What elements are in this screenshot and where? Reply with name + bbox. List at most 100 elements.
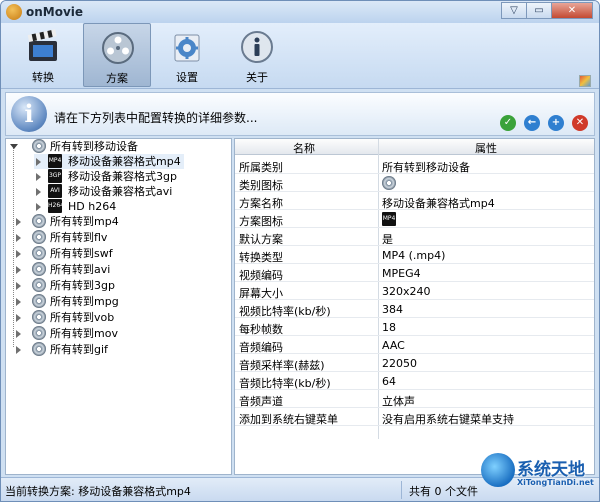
property-row[interactable]: 方案名称 移动设备兼容格式mp4 bbox=[235, 192, 594, 210]
tree-node-label: 所有转到mp4 bbox=[50, 215, 119, 228]
expand-icon[interactable] bbox=[16, 346, 21, 354]
property-value: 立体声 bbox=[382, 395, 415, 408]
toolbar-about-button[interactable]: 关于 bbox=[223, 23, 291, 87]
toolbar-settings-button[interactable]: 设置 bbox=[153, 23, 221, 87]
film-reel-icon bbox=[32, 214, 46, 228]
property-name: 每秒帧数 bbox=[239, 323, 283, 336]
tree-node-label: 所有转到mpg bbox=[50, 295, 119, 308]
window-title: onMovie bbox=[26, 5, 84, 19]
property-name: 视频编码 bbox=[239, 269, 283, 282]
property-name: 音频声道 bbox=[239, 395, 283, 408]
property-value: 18 bbox=[382, 321, 396, 334]
expand-icon[interactable] bbox=[36, 203, 41, 211]
property-row[interactable]: 类别图标 bbox=[235, 174, 594, 192]
window-controls: ▽ ▭ ✕ bbox=[501, 2, 593, 19]
tree-node-label: 所有转到vob bbox=[50, 311, 115, 324]
property-row[interactable]: 音频采样率(赫兹) 22050 bbox=[235, 354, 594, 372]
tree-node-group[interactable]: 所有转到flv bbox=[6, 230, 231, 245]
film-reel-icon bbox=[32, 230, 46, 244]
expand-icon[interactable] bbox=[16, 298, 21, 306]
expand-icon[interactable] bbox=[36, 188, 41, 196]
property-value: 移动设备兼容格式mp4 bbox=[382, 197, 495, 210]
video-file-icon: H264 bbox=[48, 199, 64, 213]
property-value: 22050 bbox=[382, 357, 417, 370]
close-button[interactable]: ✕ bbox=[551, 2, 593, 19]
film-reel-icon bbox=[32, 246, 46, 260]
tree-node-label: 所有转到gif bbox=[50, 343, 108, 356]
tree-node-label: 所有转到mov bbox=[50, 327, 118, 340]
toolbar-convert-label: 转换 bbox=[32, 71, 54, 84]
tree-node-group[interactable]: 所有转到swf bbox=[6, 246, 231, 261]
film-reel-icon bbox=[32, 139, 46, 153]
toolbar-profile-button[interactable]: 方案 bbox=[83, 23, 151, 87]
maximize-button[interactable]: ▭ bbox=[526, 2, 552, 19]
tree-node-label: 所有转到swf bbox=[50, 247, 113, 260]
property-row[interactable]: 音频声道 立体声 bbox=[235, 390, 594, 408]
tree-node-root[interactable]: 所有转到移动设备 bbox=[6, 139, 231, 154]
property-row[interactable]: 添加到系统右键菜单 没有启用系统右键菜单支持 bbox=[235, 408, 594, 426]
property-value: 没有启用系统右键菜单支持 bbox=[382, 413, 514, 426]
property-name: 屏幕大小 bbox=[239, 287, 283, 300]
current-profile-status: 当前转换方案: 移动设备兼容格式mp4 bbox=[5, 485, 191, 498]
expand-icon[interactable] bbox=[16, 218, 21, 226]
expand-icon[interactable] bbox=[16, 266, 21, 274]
confirm-button[interactable]: ✓ bbox=[500, 115, 516, 131]
delete-button[interactable]: ✕ bbox=[572, 115, 588, 131]
film-reel-icon bbox=[32, 294, 46, 308]
tree-node-label: 所有转到移动设备 bbox=[50, 140, 138, 153]
tree-node-group[interactable]: 所有转到vob bbox=[6, 310, 231, 325]
tree-node-child[interactable]: H264 HD h264 bbox=[34, 199, 184, 214]
property-row[interactable]: 音频比特率(kb/秒) 64 bbox=[235, 372, 594, 390]
toolbar-convert-button[interactable]: 转换 bbox=[9, 23, 77, 87]
property-name: 音频比特率(kb/秒) bbox=[239, 377, 331, 390]
property-row[interactable]: 音频编码 AAC bbox=[235, 336, 594, 354]
collapse-icon[interactable] bbox=[10, 144, 18, 149]
tree-node-group[interactable]: 所有转到mp4 bbox=[6, 214, 231, 229]
property-row[interactable]: 转换类型 MP4 (.mp4) bbox=[235, 246, 594, 264]
info-text: 请在下方列表中配置转换的详细参数... bbox=[54, 111, 258, 125]
tree-node-group[interactable]: 所有转到3gp bbox=[6, 278, 231, 293]
video-file-icon: MP4 bbox=[382, 212, 396, 226]
toolbar-settings-label: 设置 bbox=[176, 71, 198, 84]
film-reel-icon bbox=[32, 278, 46, 292]
tree-node-group[interactable]: 所有转到mpg bbox=[6, 294, 231, 309]
tree-node-child[interactable]: AVI 移动设备兼容格式avi bbox=[34, 184, 184, 199]
expand-icon[interactable] bbox=[36, 173, 41, 181]
tree-node-group[interactable]: 所有转到avi bbox=[6, 262, 231, 277]
tree-node-label: 所有转到avi bbox=[50, 263, 111, 276]
tree-node-group[interactable]: 所有转到mov bbox=[6, 326, 231, 341]
property-name: 方案图标 bbox=[239, 215, 283, 228]
property-row[interactable]: 所属类别 所有转到移动设备 bbox=[235, 156, 594, 174]
expand-icon[interactable] bbox=[16, 314, 21, 322]
tree-node-group[interactable]: 所有转到gif bbox=[6, 342, 231, 357]
minimize-button[interactable]: ▽ bbox=[501, 2, 527, 19]
column-header-value[interactable]: 属性 bbox=[475, 140, 497, 156]
action-buttons: ✓ ← + ✕ bbox=[492, 115, 588, 131]
property-name: 音频编码 bbox=[239, 341, 283, 354]
property-row[interactable]: 方案图标 MP4 bbox=[235, 210, 594, 228]
expand-icon[interactable] bbox=[16, 250, 21, 258]
tree-node-child[interactable]: 3GP 移动设备兼容格式3gp bbox=[34, 169, 184, 184]
tree-node-child[interactable]: MP4 移动设备兼容格式mp4 bbox=[34, 154, 184, 169]
property-row[interactable]: 屏幕大小 320x240 bbox=[235, 282, 594, 300]
add-button[interactable]: + bbox=[548, 115, 564, 131]
back-button[interactable]: ← bbox=[524, 115, 540, 131]
expand-icon[interactable] bbox=[36, 158, 41, 166]
tree-node-label: 所有转到3gp bbox=[50, 279, 115, 292]
title-bar: onMovie ▽ ▭ ✕ bbox=[1, 1, 599, 23]
property-row[interactable]: 默认方案 是 bbox=[235, 228, 594, 246]
column-header-name[interactable]: 名称 bbox=[293, 140, 315, 156]
property-row[interactable]: 视频编码 MPEG4 bbox=[235, 264, 594, 282]
film-reel-icon bbox=[32, 342, 46, 356]
property-row[interactable]: 每秒帧数 18 bbox=[235, 318, 594, 336]
skin-icon[interactable] bbox=[579, 75, 591, 87]
property-value: 384 bbox=[382, 303, 403, 316]
expand-icon[interactable] bbox=[16, 282, 21, 290]
expand-icon[interactable] bbox=[16, 330, 21, 338]
app-window: onMovie ▽ ▭ ✕ 转换 方案 设置 关于 i 请在下方列表中配置转换的… bbox=[0, 0, 600, 502]
property-row[interactable]: 视频比特率(kb/秒) 384 bbox=[235, 300, 594, 318]
property-name: 视频比特率(kb/秒) bbox=[239, 305, 331, 318]
expand-icon[interactable] bbox=[16, 234, 21, 242]
property-value: AAC bbox=[382, 339, 405, 352]
profile-tree[interactable]: 所有转到移动设备 MP4 移动设备兼容格式mp4 3GP 移动设备兼容格式3gp… bbox=[5, 138, 232, 475]
